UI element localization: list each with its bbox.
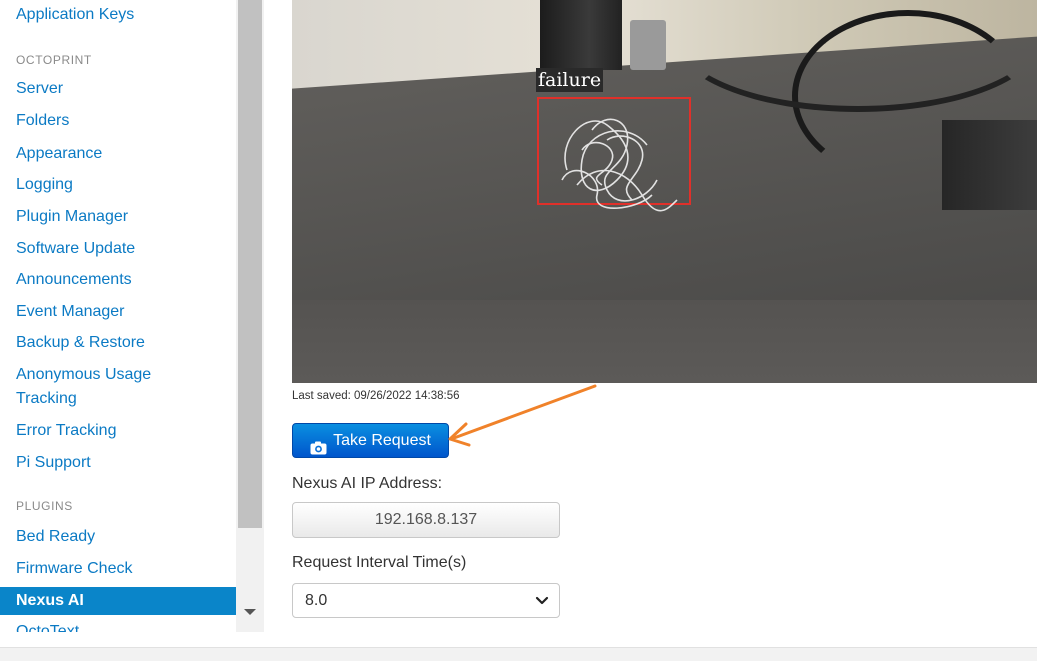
sidebar-item-pi-support[interactable]: Pi Support [0,449,236,477]
detection-label: failure [536,68,604,92]
sidebar-item-octotext[interactable]: OctoText [0,618,236,632]
footer-bar [0,647,1037,661]
printer-frame [540,0,622,70]
sidebar-item-application-keys[interactable]: Application Keys [0,1,236,29]
settings-sidebar: Application Keys OCTOPRINT Server Folder… [0,0,236,632]
sidebar-section-plugins: PLUGINS [16,499,73,513]
spaghetti-filament [561,118,678,212]
sidebar-item-anonymous-usage-tracking[interactable]: Anonymous Usage Tracking [0,362,236,412]
sidebar-item-backup-restore[interactable]: Backup & Restore [0,329,236,357]
take-request-button[interactable]: Take Request [292,423,449,458]
ip-address-input[interactable] [292,502,560,538]
camera-snapshot: failure [292,0,1037,383]
sidebar-section-octoprint: OCTOPRINT [16,53,92,67]
sidebar-item-nexus-ai[interactable]: Nexus AI [0,587,236,615]
printer-bracket [630,20,666,70]
interval-select[interactable]: 8.0 [292,583,560,618]
sidebar-item-appearance[interactable]: Appearance [0,140,236,168]
print-bed-front [292,300,1037,383]
sidebar-item-plugin-manager[interactable]: Plugin Manager [0,203,236,231]
sidebar-item-software-update[interactable]: Software Update [0,235,236,263]
take-request-label: Take Request [333,432,431,449]
scrollbar-thumb[interactable] [238,0,262,528]
sidebar-item-bed-ready[interactable]: Bed Ready [0,523,236,551]
interval-selected-value: 8.0 [305,592,328,609]
sidebar-item-announcements[interactable]: Announcements [0,266,236,294]
sidebar-item-event-manager[interactable]: Event Manager [0,298,236,326]
chevron-down-icon [535,596,549,605]
camera-icon [310,434,327,454]
sidebar-item-error-tracking[interactable]: Error Tracking [0,417,236,445]
stepper-motor [942,120,1037,210]
sidebar-item-firmware-check[interactable]: Firmware Check [0,555,236,583]
sidebar-item-folders[interactable]: Folders [0,107,236,135]
scroll-down-arrow-icon[interactable] [244,609,256,615]
sidebar-item-server[interactable]: Server [0,75,236,103]
last-saved-timestamp: Last saved: 09/26/2022 14:38:56 [292,390,460,402]
interval-label: Request Interval Time(s) [292,554,467,571]
ip-address-label: Nexus AI IP Address: [292,475,443,492]
sidebar-item-logging[interactable]: Logging [0,171,236,199]
annotation-arrow-icon [448,384,597,447]
